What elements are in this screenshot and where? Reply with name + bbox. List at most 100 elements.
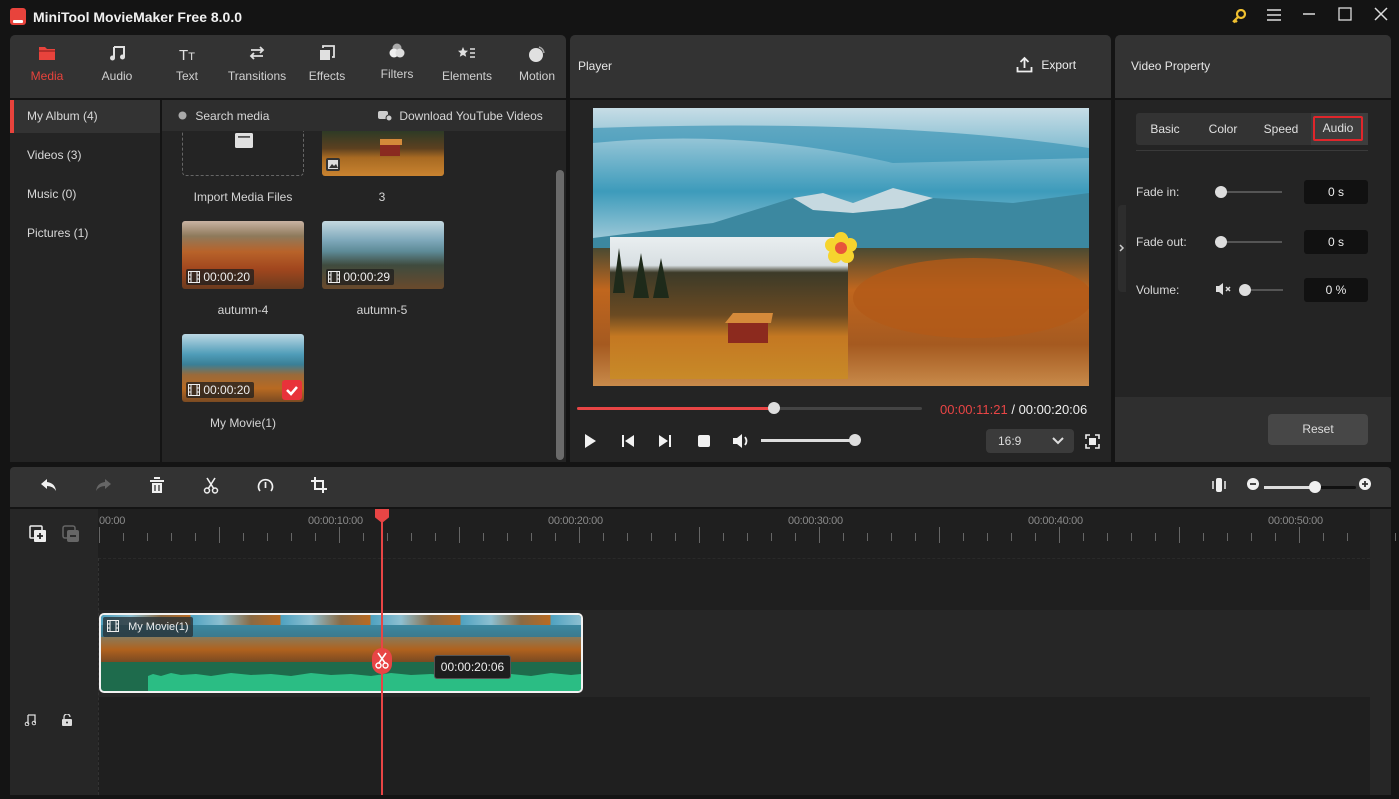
- time-ruler[interactable]: 00:00 00:00:10:00 00:00:20:00 00:00:30:00 00…: [98, 509, 1396, 551]
- music-icon: [82, 45, 152, 67]
- menu-icon[interactable]: [1259, 6, 1289, 28]
- delete-button[interactable]: [147, 477, 167, 497]
- previous-frame-button[interactable]: [620, 433, 636, 449]
- tab-media[interactable]: Media: [12, 45, 82, 83]
- fullscreen-button[interactable]: [1085, 434, 1100, 449]
- ruler-tick: [1059, 527, 1060, 543]
- crop-button[interactable]: [309, 477, 329, 497]
- ruler-tick: [939, 527, 940, 543]
- ruler-tick: [1203, 533, 1204, 541]
- remove-track-button[interactable]: [62, 525, 80, 543]
- preview-frame: [593, 108, 1089, 386]
- tab-text[interactable]: TT Text: [152, 45, 222, 83]
- split-at-playhead-button[interactable]: [372, 648, 392, 674]
- category-my-album[interactable]: My Album (4): [10, 100, 160, 133]
- category-pictures[interactable]: Pictures (1): [10, 217, 160, 250]
- zoom-in-button[interactable]: [1355, 477, 1375, 497]
- elements-icon: [432, 45, 502, 67]
- next-frame-button[interactable]: [657, 433, 673, 449]
- search-media-input[interactable]: Search media: [178, 109, 358, 125]
- redo-icon: [96, 479, 111, 491]
- fade-in-label: Fade in:: [1136, 185, 1180, 199]
- volume-knob[interactable]: [849, 434, 861, 446]
- aspect-ratio-dropdown[interactable]: 16:9: [986, 429, 1074, 453]
- speed-button[interactable]: [255, 477, 275, 497]
- stop-button[interactable]: [696, 433, 712, 449]
- fade-out-slider[interactable]: [1219, 241, 1282, 243]
- media-search-bar: Search media Download YouTube Videos: [162, 100, 566, 131]
- zoom-out-button[interactable]: [1243, 477, 1263, 497]
- volume-button[interactable]: [732, 433, 752, 449]
- reset-button[interactable]: Reset: [1268, 414, 1368, 445]
- volume-property-value[interactable]: 0 %: [1304, 278, 1368, 302]
- split-button[interactable]: [201, 477, 221, 497]
- media-item-label: autumn-4: [217, 303, 269, 317]
- ruler-tick: [1323, 533, 1324, 541]
- maximize-icon[interactable]: [1330, 6, 1360, 28]
- ruler-label: 00:00:30:00: [788, 515, 843, 527]
- ruler-tick: [795, 533, 796, 541]
- media-thumbnail-3[interactable]: [322, 130, 444, 176]
- tab-transitions[interactable]: Transitions: [222, 45, 292, 83]
- tab-color[interactable]: Color: [1194, 113, 1252, 145]
- transitions-icon: [222, 45, 292, 67]
- app-title: MiniTool MovieMaker Free 8.0.0: [33, 9, 243, 25]
- fade-in-knob[interactable]: [1215, 186, 1227, 198]
- tab-filters[interactable]: Filters: [362, 43, 432, 81]
- close-icon[interactable]: [1366, 6, 1396, 28]
- title-bar: MiniTool MovieMaker Free 8.0.0: [0, 0, 1399, 34]
- mute-button[interactable]: [1216, 282, 1232, 296]
- tab-basic[interactable]: Basic: [1136, 113, 1194, 145]
- undo-button[interactable]: [39, 477, 59, 497]
- progress-knob[interactable]: [768, 402, 780, 414]
- minimize-icon[interactable]: [1294, 6, 1324, 28]
- property-tabs: Basic Color Speed Audio: [1136, 113, 1368, 145]
- media-thumbnail-my-movie[interactable]: 00:00:20: [182, 334, 304, 402]
- ruler-tick: [387, 533, 388, 541]
- ruler-tick: [267, 533, 268, 541]
- duration-badge: 00:00:20: [186, 382, 255, 398]
- unlock-icon: [62, 713, 72, 726]
- collapse-panel-handle[interactable]: [1118, 205, 1126, 292]
- tab-speed[interactable]: Speed: [1252, 113, 1310, 145]
- redo-button[interactable]: [93, 477, 113, 497]
- ruler-tick: [1275, 533, 1276, 541]
- play-icon: [585, 434, 596, 448]
- ruler-tick: [1179, 527, 1180, 543]
- category-music[interactable]: Music (0): [10, 178, 160, 211]
- download-youtube-button[interactable]: Download YouTube Videos: [378, 109, 543, 123]
- fit-timeline-button[interactable]: [1209, 477, 1229, 497]
- zoom-knob[interactable]: [1309, 481, 1321, 493]
- fade-out-knob[interactable]: [1215, 236, 1227, 248]
- add-track-button[interactable]: [29, 525, 47, 543]
- music-track-lock-button[interactable]: [62, 713, 72, 729]
- tab-audio[interactable]: Audio: [1311, 113, 1368, 145]
- export-button[interactable]: Export: [1016, 56, 1076, 73]
- ruler-tick: [1035, 533, 1036, 541]
- tab-motion[interactable]: Motion: [502, 45, 572, 83]
- fade-out-value[interactable]: 0 s: [1304, 230, 1368, 254]
- fade-in-slider[interactable]: [1219, 191, 1282, 193]
- fade-in-value[interactable]: 0 s: [1304, 180, 1368, 204]
- timeline-clip[interactable]: My Movie(1): [99, 613, 583, 693]
- ruler-tick: [411, 533, 412, 541]
- playback-progress-slider[interactable]: [577, 402, 922, 414]
- chevron-right-icon: [1119, 244, 1125, 252]
- tab-audio[interactable]: Audio: [82, 45, 152, 83]
- ruler-tick: [867, 533, 868, 541]
- tab-effects[interactable]: Effects: [292, 45, 362, 83]
- key-icon[interactable]: [1224, 6, 1254, 28]
- image-icon: [326, 158, 340, 171]
- timeline-zoom-slider[interactable]: [1264, 481, 1356, 493]
- volume-slider[interactable]: [761, 434, 861, 446]
- volume-property-knob[interactable]: [1239, 284, 1251, 296]
- ruler-label: 00:00:20:00: [548, 515, 603, 527]
- play-button[interactable]: [582, 433, 598, 449]
- category-videos[interactable]: Videos (3): [10, 139, 160, 172]
- duration-badge: 00:00:20: [186, 269, 255, 285]
- media-thumbnail-autumn-4[interactable]: 00:00:20: [182, 221, 304, 289]
- media-scrollbar[interactable]: [556, 170, 564, 460]
- media-thumbnail-autumn-5[interactable]: 00:00:29: [322, 221, 444, 289]
- tab-elements[interactable]: Elements: [432, 45, 502, 83]
- timeline-toolbar: [10, 467, 1391, 507]
